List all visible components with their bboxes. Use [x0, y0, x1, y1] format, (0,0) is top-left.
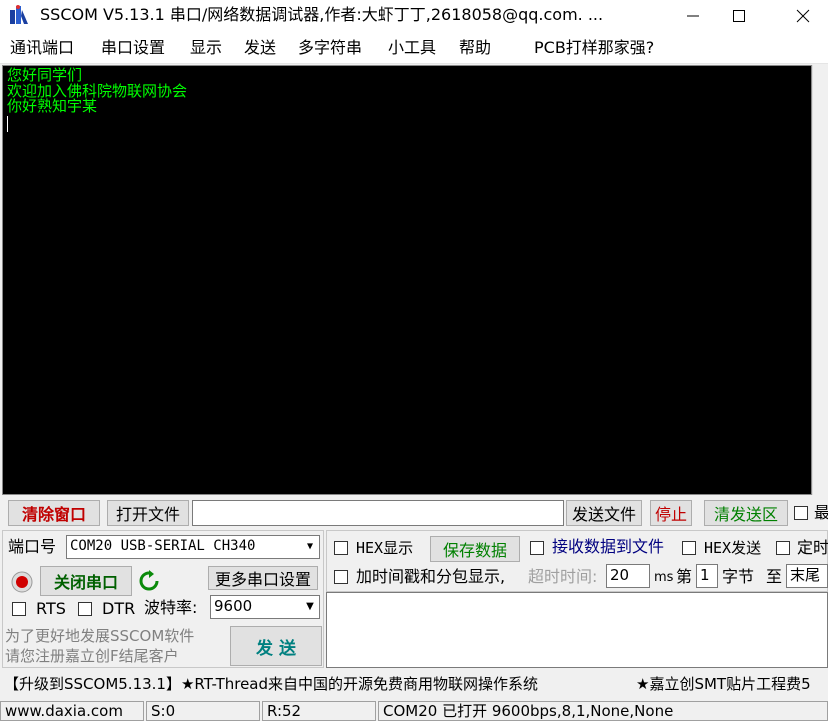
tail-select[interactable]: 末尾 [786, 564, 828, 588]
ticker-right[interactable]: ★嘉立创SMT贴片工程费5 [636, 674, 811, 694]
menu-comm-port[interactable]: 通讯端口 [10, 38, 74, 58]
menu-tools[interactable]: 小工具 [388, 38, 436, 58]
close-port-button[interactable]: 关闭串口 [40, 566, 132, 596]
promo-line-1: 为了更好地发展SSCOM软件 [5, 627, 195, 645]
clear-window-button[interactable]: 清除窗口 [8, 500, 100, 526]
rts-checkbox[interactable] [12, 602, 26, 616]
hex-display-checkbox[interactable] [334, 541, 348, 555]
port-select[interactable]: COM20 USB-SERIAL CH340 ▼ [66, 535, 320, 559]
hex-send-checkbox[interactable] [682, 541, 696, 555]
terminal-output: 您好同学们 欢迎加入佛科院物联网协会 你好熟知宇某 [7, 67, 187, 115]
port-label: 端口号 [8, 537, 57, 556]
open-file-button[interactable]: 打开文件 [107, 500, 189, 526]
more-serial-settings-button[interactable]: 更多串口设置 [208, 566, 318, 590]
status-port-state: COM20 已打开 9600bps,8,1,None,None [378, 701, 828, 721]
baud-label: 波特率: [144, 598, 198, 617]
save-data-button[interactable]: 保存数据 [430, 536, 520, 562]
refresh-icon[interactable] [138, 570, 160, 592]
rts-label: RTS [36, 599, 66, 618]
send-file-button[interactable]: 发送文件 [566, 500, 642, 526]
stop-button[interactable]: 停止 [650, 500, 692, 526]
menu-help[interactable]: 帮助 [459, 38, 491, 58]
byte-index-input[interactable]: 1 [696, 564, 718, 588]
ms-label: ms [654, 570, 674, 585]
nth-label: 第 [676, 567, 693, 586]
bytes-label: 字节 [722, 567, 755, 586]
minimize-button[interactable] [670, 0, 716, 31]
port-select-value: COM20 USB-SERIAL CH340 [70, 538, 256, 554]
recv-to-file-label[interactable]: 接收数据到文件 [552, 537, 664, 557]
terminal-line: 你好熟知宇某 [7, 97, 98, 115]
maximize-button[interactable] [716, 0, 762, 31]
menu-display[interactable]: 显示 [190, 38, 222, 58]
baud-select-value: 9600 [214, 597, 253, 615]
menu-send[interactable]: 发送 [244, 38, 276, 58]
close-button[interactable] [780, 0, 826, 31]
timed-send-checkbox[interactable] [776, 541, 790, 555]
close-icon [796, 9, 810, 22]
send-textarea[interactable] [326, 592, 828, 668]
title-bar: SSCOM V5.13.1 串口/网络数据调试器,作者:大虾丁丁,2618058… [0, 0, 828, 31]
recv-to-file-checkbox[interactable] [530, 541, 544, 555]
record-icon [11, 571, 33, 593]
max-checkbox[interactable] [794, 506, 808, 520]
dtr-label: DTR [102, 599, 136, 618]
to-label: 至 [766, 567, 783, 586]
timeout-label: 超时时间: [528, 567, 598, 586]
maximize-icon [733, 9, 745, 22]
baud-select[interactable]: 9600 ▼ [210, 595, 320, 619]
hex-send-label: HEX发送 [704, 539, 762, 557]
receive-terminal[interactable]: 您好同学们 欢迎加入佛科院物联网协会 你好熟知宇某 [2, 65, 812, 495]
timeout-input[interactable]: 20 [606, 564, 650, 588]
menu-pcb-promo[interactable]: PCB打样那家强? [534, 38, 654, 58]
menu-bar: 通讯端口 串口设置 显示 发送 多字符串 小工具 帮助 PCB打样那家强? [0, 31, 828, 64]
minimize-icon [687, 15, 699, 16]
text-caret [7, 116, 8, 132]
timestamp-label: 加时间戳和分包显示, [356, 567, 506, 586]
max-label: 最 [814, 503, 828, 522]
app-icon [10, 5, 28, 24]
menu-serial-settings[interactable]: 串口设置 [101, 38, 165, 58]
chevron-down-icon: ▼ [301, 536, 319, 558]
file-path-input[interactable] [192, 500, 564, 526]
promo-line-2: 请您注册嘉立创F结尾客户 [5, 647, 179, 665]
hex-display-label: HEX显示 [356, 539, 414, 557]
timed-send-label: 定时 [797, 538, 828, 557]
status-website[interactable]: www.daxia.com [0, 701, 144, 721]
terminal-scrollbar[interactable] [812, 65, 828, 495]
chevron-down-icon: ▼ [301, 596, 319, 618]
window-title: SSCOM V5.13.1 串口/网络数据调试器,作者:大虾丁丁,2618058… [40, 5, 604, 24]
clear-send-area-button[interactable]: 清发送区 [704, 500, 788, 526]
status-sent-count: S:0 [146, 701, 260, 721]
status-received-count: R:52 [262, 701, 376, 721]
dtr-checkbox[interactable] [78, 602, 92, 616]
timestamp-checkbox[interactable] [334, 570, 348, 584]
menu-multi-string[interactable]: 多字符串 [298, 38, 362, 58]
ticker-left[interactable]: 【升级到SSCOM5.13.1】★RT-Thread来自中国的开源免费商用物联网… [4, 674, 538, 694]
send-button[interactable]: 发 送 [230, 626, 322, 666]
